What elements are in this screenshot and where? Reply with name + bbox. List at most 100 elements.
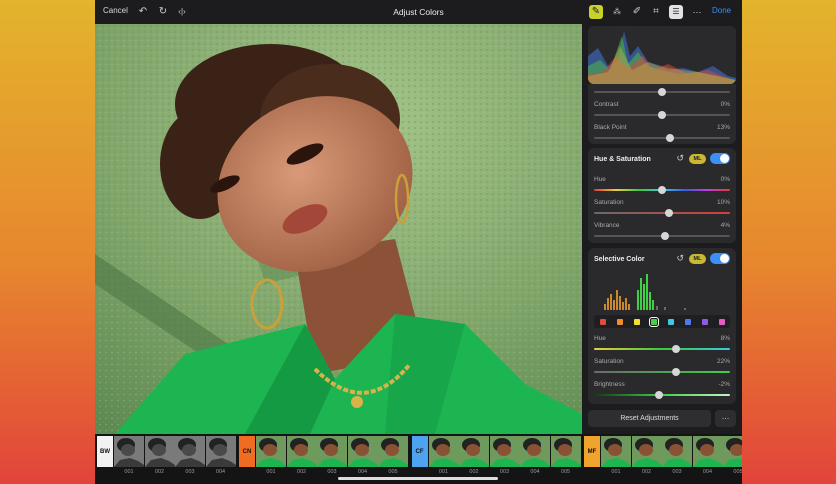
- slider-knob[interactable]: [658, 87, 666, 96]
- filter-thumbnail[interactable]: [662, 436, 692, 467]
- slider-knob[interactable]: [664, 208, 673, 217]
- color-swatch[interactable]: [718, 318, 725, 325]
- filter-thumbnail-label: 005: [560, 469, 571, 475]
- slider-value: 4%: [720, 222, 730, 229]
- filter-thumbnail-label: 002: [154, 469, 165, 475]
- adjust-icon[interactable]: ✎: [589, 5, 603, 19]
- color-swatch[interactable]: [701, 318, 708, 325]
- slider-knob[interactable]: [655, 390, 664, 399]
- layers-icon[interactable]: ☰: [669, 5, 683, 19]
- filter-thumbnail[interactable]: [378, 436, 408, 467]
- slider-knob[interactable]: [671, 344, 680, 353]
- slider-knob[interactable]: [660, 231, 669, 240]
- filter-thumbnail-label: 002: [469, 469, 479, 475]
- reset-icon[interactable]: ↺: [676, 254, 684, 263]
- filter-thumbnail-label: 002: [296, 469, 307, 475]
- filter-thumbnail[interactable]: [723, 436, 742, 467]
- page-title: Adjust Colors: [393, 7, 444, 17]
- crop-icon[interactable]: ⌗: [649, 5, 663, 19]
- filter-thumbnail-label: 002: [641, 469, 652, 475]
- filter-thumbnail[interactable]: [205, 436, 236, 467]
- reset-icon[interactable]: ↺: [676, 154, 684, 163]
- brush-icon[interactable]: ✐: [630, 5, 644, 19]
- hue-saturation-toggle[interactable]: [710, 153, 730, 164]
- saturation-slider[interactable]: [594, 208, 730, 217]
- selective-color-toggle[interactable]: [710, 253, 730, 264]
- color-swatch[interactable]: [684, 318, 691, 325]
- selective-brightness-slider[interactable]: [594, 390, 730, 399]
- filter-thumbnail[interactable]: [256, 436, 286, 467]
- filter-group-tag[interactable]: CN: [239, 436, 255, 467]
- slider-label: Black Point: [594, 124, 627, 131]
- photo-canvas[interactable]: [95, 24, 582, 434]
- hue-slider[interactable]: [594, 185, 730, 194]
- color-swatch[interactable]: [616, 318, 623, 325]
- selective-hue-slider[interactable]: [594, 344, 730, 353]
- filter-thumbnail-label: 004: [530, 469, 540, 475]
- section-title: Hue & Saturation: [594, 156, 651, 163]
- filter-thumbnail[interactable]: [489, 436, 520, 467]
- filter-thumbnail-label: 001: [438, 469, 449, 475]
- filter-thumbnail-label: 003: [499, 469, 510, 475]
- portrait-photo: [95, 24, 582, 434]
- slider-value: -2%: [718, 381, 730, 388]
- section-title: Selective Color: [594, 256, 645, 263]
- filter-thumbnail[interactable]: [428, 436, 459, 467]
- filter-thumbnail-label: 005: [388, 469, 398, 475]
- slider-value: 8%: [720, 335, 730, 342]
- filter-thumbnail[interactable]: [631, 436, 662, 467]
- filter-thumbnail[interactable]: [317, 436, 347, 467]
- app-window: Cancel ↶ ↻ ‹|› Adjust Colors ✎ ⁂ ✐ ⌗ ☰ ⋯…: [95, 0, 742, 484]
- filter-thumbnail-label: 001: [266, 469, 276, 475]
- filter-group-tag[interactable]: MF: [584, 436, 600, 467]
- selective-saturation-slider[interactable]: [594, 367, 730, 376]
- slider-knob[interactable]: [658, 185, 666, 194]
- slider-label: Contrast: [594, 101, 619, 108]
- filter-thumbnail[interactable]: [114, 436, 144, 467]
- exposure-slider[interactable]: [594, 87, 730, 96]
- filter-thumbnail[interactable]: [175, 436, 205, 467]
- filter-thumbnail[interactable]: [601, 436, 631, 467]
- filter-thumbnail-label: 003: [185, 469, 195, 475]
- filter-thumbnail[interactable]: [550, 436, 581, 467]
- histogram-card: [588, 26, 736, 84]
- filter-thumbnail-label: 005: [733, 469, 742, 475]
- slider-value: 0%: [720, 101, 730, 108]
- filter-group-tag[interactable]: BW: [97, 436, 113, 467]
- filter-thumbnail-label: 001: [611, 469, 621, 475]
- filter-thumbnail[interactable]: [459, 436, 489, 467]
- filter-thumbnail-label: 003: [672, 469, 682, 475]
- slider-value: 22%: [716, 358, 730, 365]
- slider-label: Saturation: [594, 199, 624, 206]
- filter-thumbnail[interactable]: [520, 436, 550, 467]
- filter-thumbnail-label: 004: [702, 469, 713, 475]
- more-icon[interactable]: ⋯: [690, 5, 704, 19]
- slider-knob[interactable]: [671, 367, 680, 376]
- slider-label: Hue: [594, 176, 606, 183]
- filter-group-tag[interactable]: CF: [411, 436, 428, 467]
- slider-value: 10%: [716, 199, 730, 206]
- filter-thumbnail[interactable]: [347, 436, 378, 467]
- ml-button[interactable]: ML: [689, 254, 706, 264]
- reset-adjustments-button[interactable]: Reset Adjustments: [588, 410, 711, 427]
- selective-color-histogram: [604, 274, 686, 310]
- slider-knob[interactable]: [658, 110, 666, 119]
- black-point-slider[interactable]: [594, 133, 730, 142]
- slider-value: 13%: [716, 124, 730, 131]
- contrast-slider[interactable]: [594, 110, 730, 119]
- magic-wand-icon[interactable]: ⁂: [610, 5, 624, 19]
- filter-thumbnail[interactable]: [286, 436, 317, 467]
- done-button[interactable]: Done: [712, 6, 731, 15]
- vibrance-slider[interactable]: [594, 231, 730, 240]
- slider-knob[interactable]: [666, 133, 675, 142]
- filter-thumbnail-label: 004: [215, 469, 226, 475]
- filter-thumbnail[interactable]: [144, 436, 175, 467]
- color-swatch[interactable]: [648, 316, 659, 327]
- filter-thumbnail[interactable]: [692, 436, 723, 467]
- color-swatch[interactable]: [633, 318, 640, 325]
- light-card: Contrast 0% Black Point 13%: [588, 84, 736, 144]
- color-swatch[interactable]: [667, 318, 674, 325]
- ml-button[interactable]: ML: [689, 154, 706, 164]
- more-options-button[interactable]: …: [715, 410, 736, 427]
- color-swatch[interactable]: [599, 318, 606, 325]
